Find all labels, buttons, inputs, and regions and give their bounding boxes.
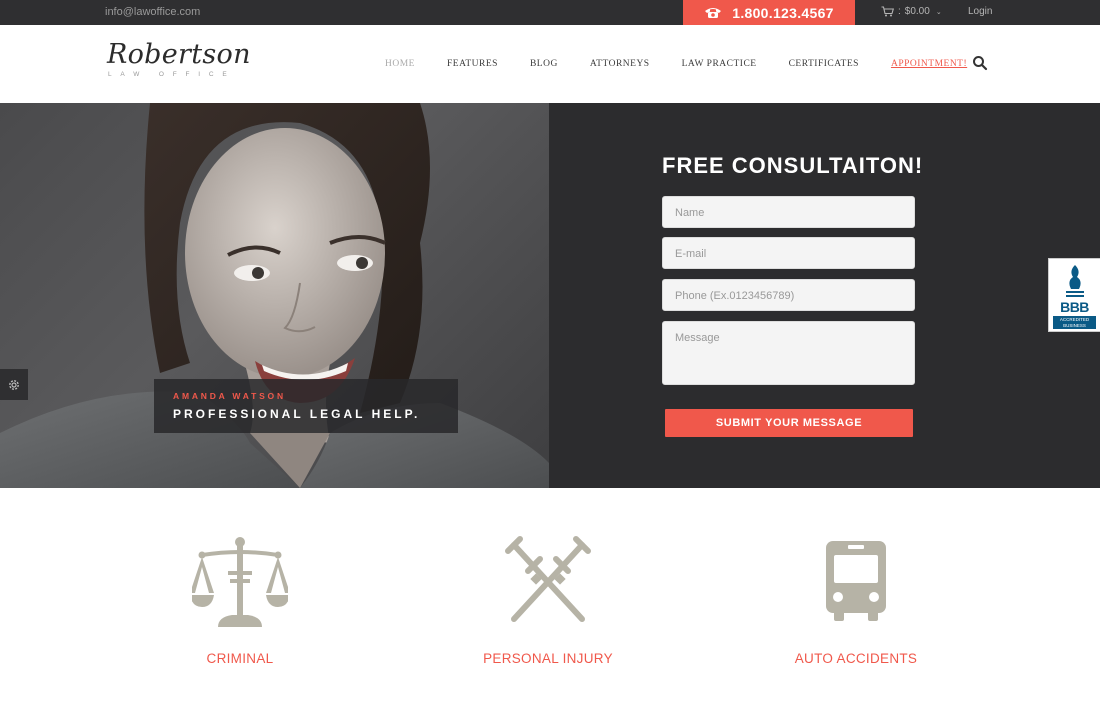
caption-name: AMANDA WATSON bbox=[173, 391, 286, 401]
login-link[interactable]: Login bbox=[968, 6, 992, 17]
hero-photo: AMANDA WATSON PROFESSIONAL LEGAL HELP. bbox=[0, 103, 549, 488]
cart-separator: : bbox=[898, 6, 901, 17]
crutches-icon bbox=[505, 536, 591, 622]
submit-button[interactable]: SUBMIT YOUR MESSAGE bbox=[665, 409, 913, 437]
phone-banner[interactable]: 1.800.123.4567 bbox=[683, 0, 855, 25]
top-bar: info@lawoffice.com 1.800.123.4567 : $0.0… bbox=[0, 0, 1100, 25]
bbb-accredited-bar: ACCREDITED BUSINESS bbox=[1053, 316, 1096, 329]
hero-caption: AMANDA WATSON PROFESSIONAL LEGAL HELP. bbox=[154, 379, 458, 433]
nav-certificates[interactable]: CERTIFICATES bbox=[789, 59, 859, 69]
nav-appointment[interactable]: APPOINTMENT! bbox=[891, 59, 967, 69]
nav-blog[interactable]: BLOG bbox=[530, 59, 558, 69]
service-auto-accidents[interactable]: AUTO ACCIDENTS bbox=[786, 535, 926, 666]
service-label: CRIMINAL bbox=[206, 651, 274, 666]
nav-features[interactable]: FEATURES bbox=[447, 59, 498, 69]
chevron-down-icon: ⌄ bbox=[935, 8, 942, 16]
service-criminal[interactable]: CRIMINAL bbox=[170, 535, 310, 666]
cart-link[interactable]: : $0.00 ⌄ bbox=[881, 6, 942, 17]
service-personal-injury[interactable]: PERSONAL INJURY bbox=[478, 535, 618, 666]
phone-field[interactable]: Phone (Ex.0123456789) bbox=[662, 279, 915, 311]
scales-icon bbox=[192, 537, 288, 627]
phone-icon bbox=[705, 8, 722, 18]
contact-email[interactable]: info@lawoffice.com bbox=[105, 6, 200, 18]
main-nav: HOME FEATURES BLOG ATTORNEYS LAW PRACTIC… bbox=[385, 59, 999, 69]
message-field[interactable]: Message bbox=[662, 321, 915, 385]
caption-tagline: PROFESSIONAL LEGAL HELP. bbox=[173, 407, 421, 421]
cart-icon bbox=[881, 6, 894, 17]
nav-law-practice[interactable]: LAW PRACTICE bbox=[682, 59, 757, 69]
logo[interactable]: Robertson LAW OFFICE bbox=[107, 39, 251, 79]
settings-toggle[interactable] bbox=[0, 369, 28, 400]
nav-home[interactable]: HOME bbox=[385, 59, 415, 69]
form-title: FREE CONSULTAITON! bbox=[662, 153, 924, 178]
phone-number: 1.800.123.4567 bbox=[732, 4, 834, 21]
bbb-badge[interactable]: BBB ACCREDITED BUSINESS bbox=[1048, 258, 1100, 332]
site-header: Robertson LAW OFFICE HOME FEATURES BLOG … bbox=[0, 25, 1100, 103]
service-label: PERSONAL INJURY bbox=[483, 651, 613, 666]
logo-subtitle: LAW OFFICE bbox=[108, 71, 236, 78]
cart-total: $0.00 bbox=[904, 6, 930, 17]
gear-icon bbox=[9, 379, 19, 390]
email-field[interactable]: E-mail bbox=[662, 237, 915, 269]
nav-attorneys[interactable]: ATTORNEYS bbox=[590, 59, 650, 69]
bbb-text: BBB bbox=[1060, 299, 1089, 315]
bus-icon bbox=[826, 541, 886, 621]
hero-section: AMANDA WATSON PROFESSIONAL LEGAL HELP. bbox=[0, 103, 1100, 488]
logo-script: Robertson bbox=[107, 39, 251, 70]
name-field[interactable]: Name bbox=[662, 196, 915, 228]
search-icon[interactable] bbox=[972, 55, 988, 71]
bbb-sub2: BUSINESS bbox=[1063, 323, 1086, 328]
service-label: AUTO ACCIDENTS bbox=[794, 651, 918, 666]
